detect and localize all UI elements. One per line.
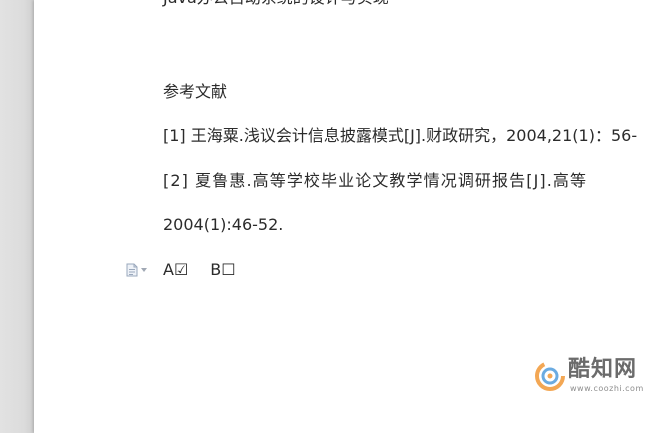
checkbox-line: A☑ B☐	[163, 260, 236, 280]
checkbox-a[interactable]: A☑	[163, 260, 188, 279]
reference-2: [2] 夏鲁惠.高等学校毕业论文教学情况调研报告[J].高等	[163, 171, 588, 190]
checkbox-b[interactable]: B☐	[210, 260, 235, 279]
watermark: 酷知网 www.coozhi.com	[534, 357, 654, 399]
paragraph-tool-button[interactable]	[126, 262, 152, 278]
watermark-url: www.coozhi.com	[570, 384, 644, 393]
reference-1: [1] 王海粟.浅议会计信息披露模式[J].财政研究，2004,21(1)：56…	[163, 126, 638, 145]
references-heading: 参考文献	[163, 82, 228, 101]
coozhi-logo-icon	[534, 360, 566, 396]
watermark-brand: 酷知网	[568, 357, 638, 382]
document-page[interactable]: Java办公自动系统的设计与实现 参考文献 [1] 王海粟.浅议会计信息披露模式…	[34, 0, 660, 433]
left-gutter	[0, 0, 34, 433]
reference-2-continuation: 2004(1):46-52.	[163, 215, 284, 234]
document-icon	[126, 263, 138, 277]
document-title-partial: Java办公自动系统的设计与实现	[163, 0, 389, 8]
dropdown-arrow-icon	[141, 268, 147, 272]
